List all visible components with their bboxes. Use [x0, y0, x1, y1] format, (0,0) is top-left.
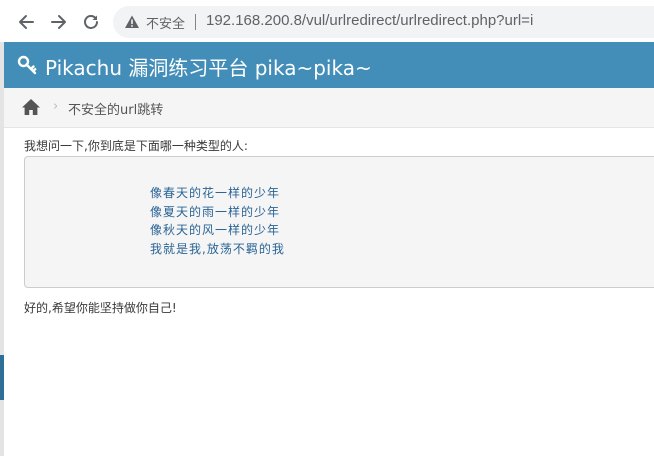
app-title[interactable]: Pikachu 漏洞练习平台 pika~pika~: [45, 52, 372, 81]
forward-arrow-icon: [51, 15, 66, 29]
choice-link-summer[interactable]: 像夏天的雨一样的少年: [150, 203, 285, 222]
browser-toolbar: 不安全 192.168.200.8/vul/urlredirect/urlred…: [0, 0, 654, 42]
address-bar[interactable]: 不安全 192.168.200.8/vul/urlredirect/urlred…: [113, 6, 654, 38]
url-text[interactable]: 192.168.200.8/vul/urlredirect/urlredirec…: [206, 12, 533, 29]
back-arrow-icon: [19, 15, 34, 29]
list-item: 像夏天的雨一样的少年: [150, 203, 285, 222]
window-edge-accent: [0, 355, 4, 400]
choice-panel: 像春天的花一样的少年 像夏天的雨一样的少年 像秋天的风一样的少年 我就是我,放荡…: [24, 156, 654, 288]
list-item: 像春天的花一样的少年: [150, 184, 285, 203]
choice-link-myself[interactable]: 我就是我,放荡不羁的我: [150, 240, 285, 259]
breadcrumb-current: 不安全的url跳转: [68, 103, 164, 118]
key-icon: [17, 55, 37, 75]
answer-text: 好的,希望你能坚持做你自己!: [24, 301, 177, 315]
list-item: 像秋天的风一样的少年: [150, 221, 285, 240]
home-icon[interactable]: [21, 98, 41, 116]
breadcrumb-separator: ›: [53, 99, 59, 114]
choice-list: 像春天的花一样的少年 像夏天的雨一样的少年 像秋天的风一样的少年 我就是我,放荡…: [150, 184, 285, 258]
choice-link-autumn[interactable]: 像秋天的风一样的少年: [150, 221, 285, 240]
list-item: 我就是我,放荡不羁的我: [150, 240, 285, 259]
question-text: 我想问一下,你到底是下面哪一种类型的人:: [24, 139, 248, 153]
reload-icon: [84, 15, 98, 29]
warning-triangle-icon[interactable]: [124, 14, 140, 30]
back-button[interactable]: [15, 11, 37, 33]
reload-button[interactable]: [80, 11, 102, 33]
choice-link-spring[interactable]: 像春天的花一样的少年: [150, 184, 285, 203]
security-status-label[interactable]: 不安全: [146, 13, 185, 32]
address-divider: [195, 14, 196, 30]
breadcrumb: › 不安全的url跳转: [4, 88, 654, 128]
forward-button[interactable]: [48, 11, 70, 33]
app-header: Pikachu 漏洞练习平台 pika~pika~: [4, 42, 654, 88]
